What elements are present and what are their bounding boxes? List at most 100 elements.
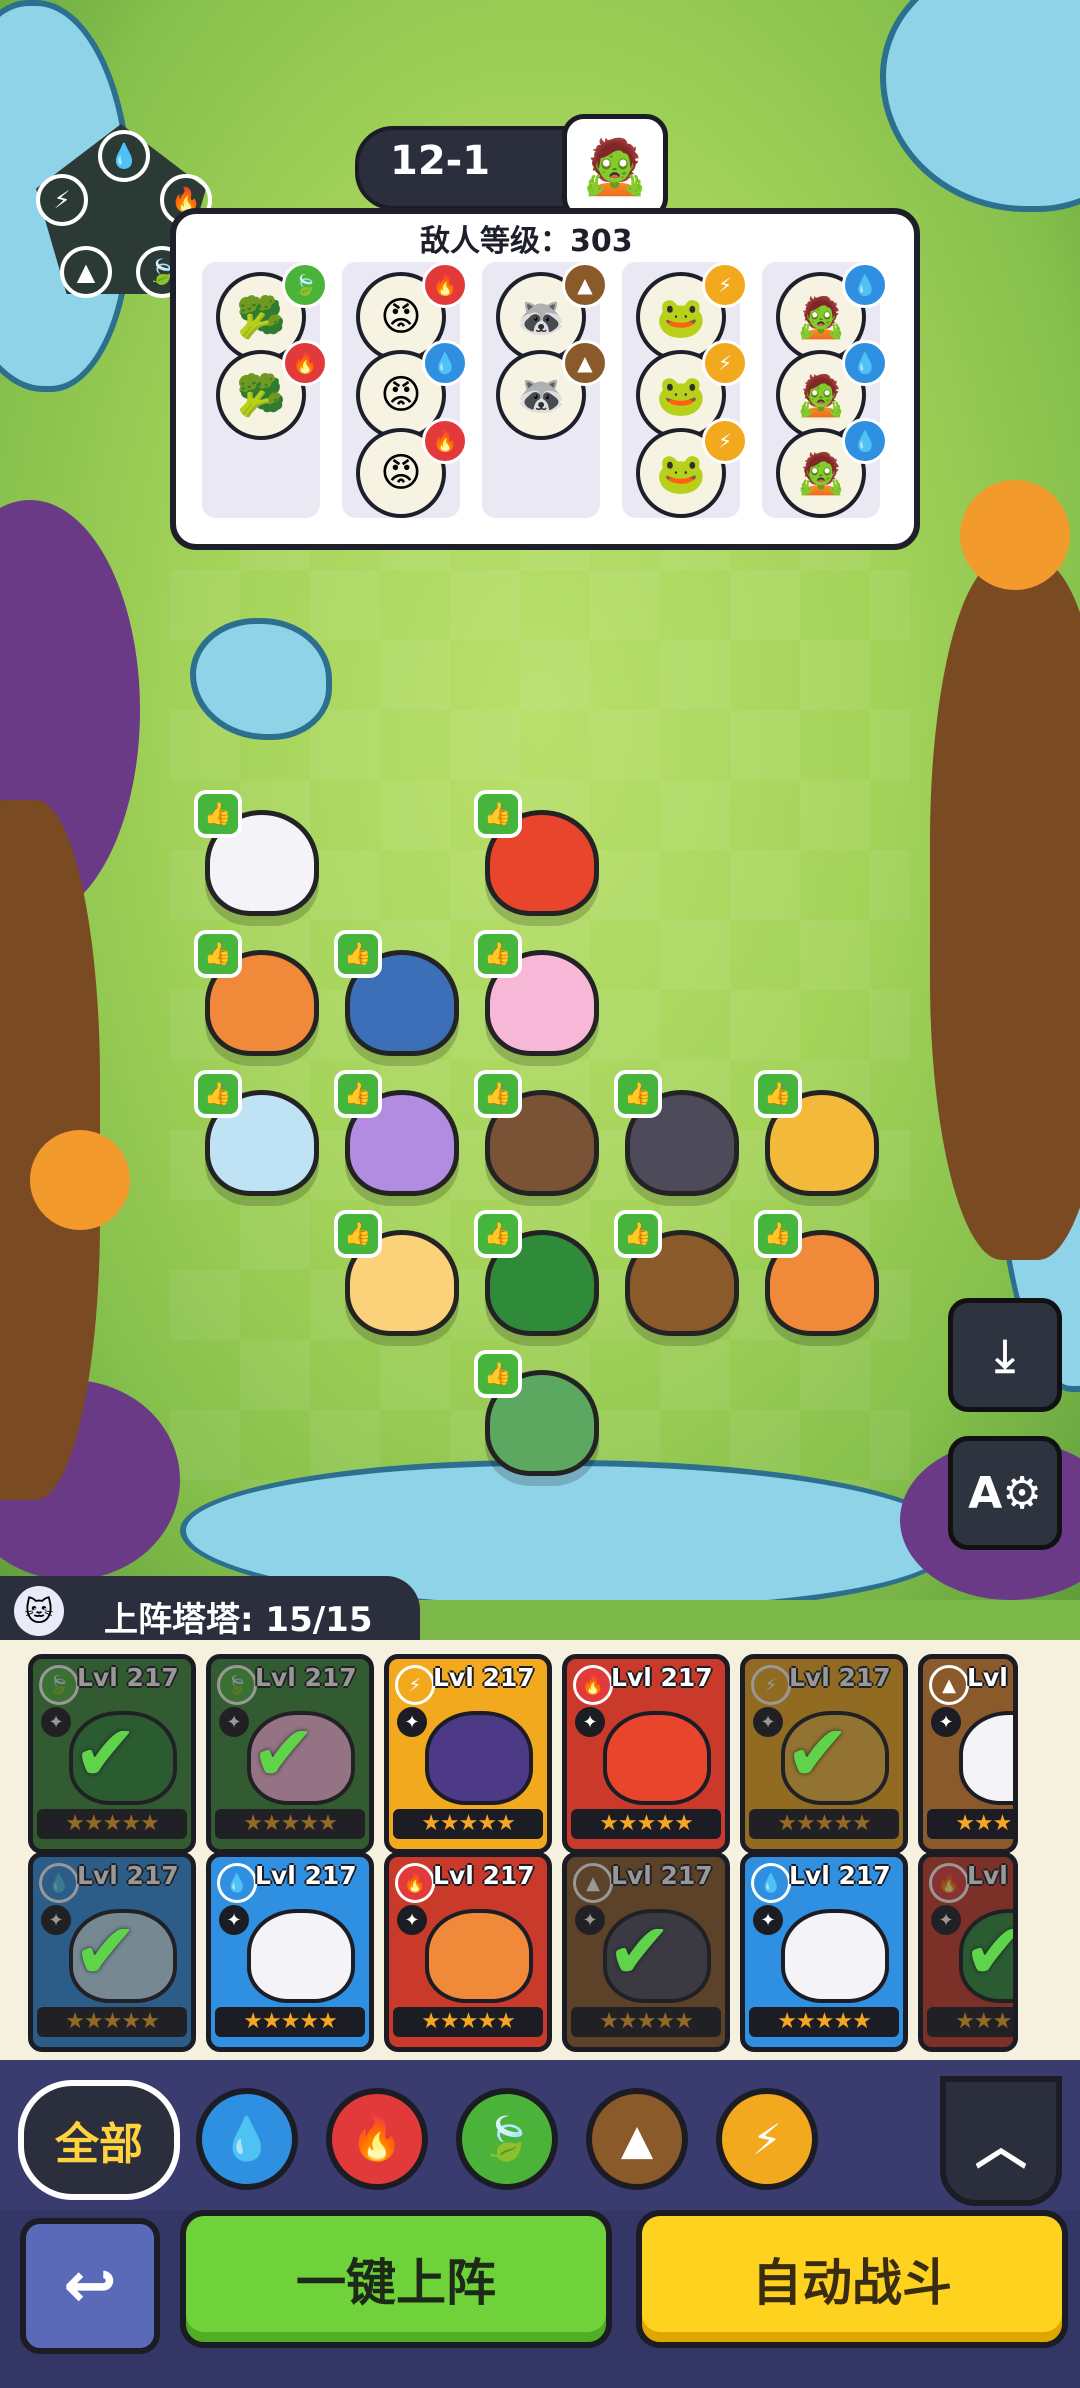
thumbs-up-icon: 👍 <box>474 1350 522 1398</box>
pond-top-right <box>880 0 1080 212</box>
card-level: Lvl 217 <box>611 1663 713 1692</box>
card-portrait <box>425 1909 533 2003</box>
checkmark-icon: ✔ <box>73 1709 139 1799</box>
water-icon: 💧 <box>751 1863 791 1903</box>
star-rating: ★★★★★ <box>927 1809 1013 1839</box>
roster-card[interactable]: 🍃 Lvl 217 ✦ ★★★★★ ✔ <box>206 1654 374 1854</box>
filter-thunder-button[interactable]: ⚡ <box>716 2088 818 2190</box>
roster-card[interactable]: ▲Lvl 2✦ ★★★★★ <box>918 1654 1018 1854</box>
thumbs-up-icon: 👍 <box>334 1070 382 1118</box>
card-level: Lvl 217 <box>433 1861 535 1890</box>
roster-card[interactable]: 🔥 Lvl 217 ✦ ★★★★★ <box>384 1852 552 2052</box>
water-icon: 💧 <box>842 340 888 386</box>
card-level: Lvl 217 <box>255 1861 357 1890</box>
filter-leaf-button[interactable]: 🍃 <box>456 2088 558 2190</box>
thumbs-up-icon: 👍 <box>614 1210 662 1258</box>
thunder-icon: ⚡ <box>702 262 748 308</box>
roster-count-label: 上阵塔塔: 15/15 <box>104 1600 373 1640</box>
role-icon: ✦ <box>753 1905 783 1935</box>
one-click-deploy-button[interactable]: 一键上阵 <box>180 2210 612 2348</box>
checkmark-icon: ✔ <box>607 1907 673 1997</box>
compass-thunder-icon: ⚡ <box>36 174 88 226</box>
thumbs-up-icon: 👍 <box>194 1070 242 1118</box>
thunder-icon: ⚡ <box>702 340 748 386</box>
auto-settings-button[interactable]: A⚙ <box>948 1436 1062 1550</box>
roster-card[interactable]: 💧 Lvl 217 ✦ ★★★★★ <box>206 1852 374 2052</box>
card-level: Lvl 2 <box>967 1663 1013 1692</box>
filter-water-button[interactable]: 💧 <box>196 2088 298 2190</box>
orange-flower-right <box>960 480 1070 590</box>
back-button[interactable]: ↩ <box>20 2218 160 2354</box>
role-icon: ✦ <box>219 1905 249 1935</box>
thumbs-up-icon: 👍 <box>334 930 382 978</box>
water-icon: 💧 <box>220 2114 274 2163</box>
thumbs-up-icon: 👍 <box>474 1070 522 1118</box>
checkmark-icon: ✔ <box>251 1709 317 1799</box>
roster-card[interactable]: ▲ Lvl 217 ✦ ★★★★★ ✔ <box>562 1852 730 2052</box>
compass-earth-icon: ▲ <box>60 246 112 298</box>
roster-card[interactable]: 💧 Lvl 217 ✦ ★★★★★ ✔ <box>28 1852 196 2052</box>
card-portrait <box>425 1711 533 1805</box>
roster-card[interactable]: 🍃 Lvl 217 ✦ ★★★★★ ✔ <box>28 1654 196 1854</box>
card-level: Lvl 217 <box>789 1861 891 1890</box>
checkmark-icon: ✔ <box>785 1709 851 1799</box>
water-icon: 💧 <box>842 418 888 464</box>
thumbs-up-icon: 👍 <box>194 790 242 838</box>
star-rating: ★★★★★ <box>393 2007 543 2037</box>
star-rating: ★★★★★ <box>393 1809 543 1839</box>
role-icon: ✦ <box>397 1707 427 1737</box>
thunder-icon: ⚡ <box>702 418 748 464</box>
zombie-icon[interactable]: 🧟 <box>562 114 668 220</box>
thumbs-up-icon: 👍 <box>334 1210 382 1258</box>
card-portrait <box>247 1909 355 2003</box>
thumbs-up-icon: 👍 <box>194 930 242 978</box>
star-rating: ★★★★★ <box>571 1809 721 1839</box>
star-rating: ★★★★★ <box>215 2007 365 2037</box>
fire-icon: 🔥 <box>350 2114 404 2163</box>
download-button[interactable]: ⤓ <box>948 1298 1062 1412</box>
thumbs-up-icon: 👍 <box>474 930 522 978</box>
tower-mascot-icon: 🐱 <box>14 1586 64 1636</box>
roster-card[interactable]: ⚡ Lvl 217 ✦ ★★★★★ ✔ <box>740 1654 908 1854</box>
thumbs-up-icon: 👍 <box>474 790 522 838</box>
filter-earth-button[interactable]: ▲ <box>586 2088 688 2190</box>
tree-trunk-right <box>930 560 1080 1260</box>
role-icon: ✦ <box>931 1707 961 1737</box>
roster-card[interactable]: 🔥Lvl 2✦★★★★★✔ <box>918 1852 1018 2052</box>
orange-flower-left <box>30 1130 130 1230</box>
water-icon: 💧 <box>217 1863 257 1903</box>
compass-water-icon: 💧 <box>98 130 150 182</box>
star-rating: ★★★★★ <box>749 2007 899 2037</box>
leaf-icon: 🍃 <box>480 2114 534 2163</box>
fire-icon: 🔥 <box>422 418 468 464</box>
water-icon: 💧 <box>842 262 888 308</box>
card-portrait <box>603 1711 711 1805</box>
role-icon: ✦ <box>575 1707 605 1737</box>
filter-all-button[interactable]: 全部 <box>18 2080 180 2200</box>
fire-icon: 🔥 <box>573 1665 613 1705</box>
fire-icon: 🔥 <box>282 340 328 386</box>
water-icon: 💧 <box>422 340 468 386</box>
settings-label: A⚙ <box>968 1467 1042 1519</box>
thumbs-up-icon: 👍 <box>754 1210 802 1258</box>
thumbs-up-icon: 👍 <box>754 1070 802 1118</box>
card-portrait <box>781 1909 889 2003</box>
card-portrait <box>959 1711 1013 1805</box>
expand-button[interactable]: ︿ <box>940 2076 1062 2206</box>
chevron-up-icon: ︿ <box>974 2116 1027 2177</box>
earth-icon: ▲ <box>929 1665 969 1705</box>
roster-card[interactable]: 💧 Lvl 217 ✦ ★★★★★ <box>740 1852 908 2052</box>
roster-card[interactable]: ⚡ Lvl 217 ✦ ★★★★★ <box>384 1654 552 1854</box>
checkmark-icon: ✔ <box>73 1907 139 1997</box>
fire-icon: 🔥 <box>422 262 468 308</box>
role-icon: ✦ <box>397 1905 427 1935</box>
roster-card[interactable]: 🔥 Lvl 217 ✦ ★★★★★ <box>562 1654 730 1854</box>
thumbs-up-icon: 👍 <box>614 1070 662 1118</box>
earth-icon: ▲ <box>562 340 608 386</box>
auto-battle-button[interactable]: 自动战斗 <box>636 2210 1068 2348</box>
return-arrow-icon: ↩ <box>63 2249 117 2323</box>
card-level: Lvl 217 <box>433 1663 535 1692</box>
fire-icon: 🔥 <box>395 1863 435 1903</box>
filter-fire-button[interactable]: 🔥 <box>326 2088 428 2190</box>
checkmark-icon: ✔ <box>963 1907 1013 1997</box>
